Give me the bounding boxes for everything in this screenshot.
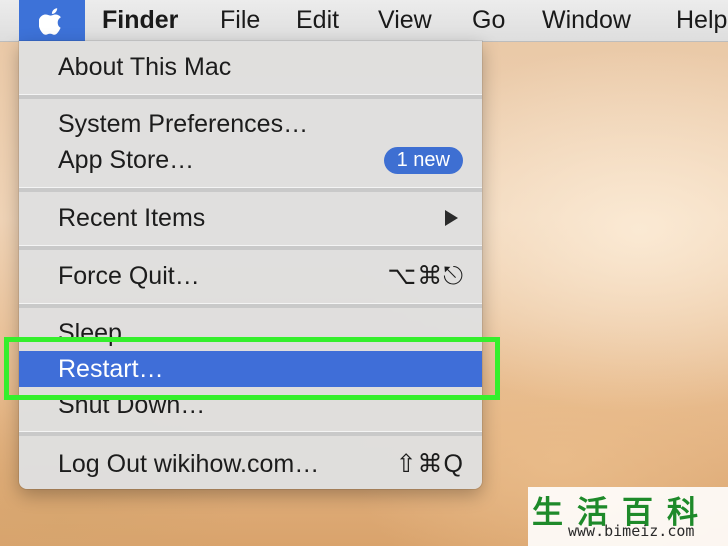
apple-dropdown-menu: About This Mac System Preferences… App S… [19,41,482,489]
menu-item-about[interactable]: About This Mac [19,49,482,85]
menu-separator [19,431,482,436]
menu-item-log-out[interactable]: Log Out wikihow.com… ⇧⌘Q [19,446,482,482]
menu-item-recent-items[interactable]: Recent Items [19,200,482,236]
menu-file[interactable]: File [220,0,260,41]
menu-item-label: About This Mac [58,53,232,81]
menu-help[interactable]: Help [676,0,727,41]
menu-item-app-store[interactable]: App Store… 1 new [19,142,482,178]
menu-item-label: Log Out wikihow.com… [58,450,320,478]
menu-separator [19,94,482,99]
apple-icon [39,7,61,35]
menu-item-label: Recent Items [58,204,206,232]
menu-separator [19,245,482,250]
watermark-url: www.bimeiz.com [568,522,695,540]
menu-finder[interactable]: Finder [102,0,178,41]
menu-item-label: App Store… [58,146,195,174]
menu-item-label: Force Quit… [58,262,200,290]
menu-separator [19,303,482,308]
menu-edit[interactable]: Edit [296,0,339,41]
menu-item-system-preferences[interactable]: System Preferences… [19,106,482,142]
menu-window[interactable]: Window [542,0,631,41]
menu-separator [19,187,482,192]
apple-menu[interactable] [19,0,85,41]
keyboard-shortcut: ⇧⌘Q [395,450,464,478]
keyboard-shortcut: ⌥⌘⎋ [387,262,464,290]
menu-item-force-quit[interactable]: Force Quit… ⌥⌘⎋ [19,258,482,294]
menu-bar: Finder File Edit View Go Window Help [0,0,728,42]
submenu-arrow-icon [445,210,458,226]
restart-highlight-box [4,337,500,400]
menu-item-label: System Preferences… [58,110,309,138]
update-badge: 1 new [383,147,463,174]
menu-go[interactable]: Go [472,0,505,41]
menu-view[interactable]: View [378,0,432,41]
watermark: 生活百科 www.bimeiz.com [528,487,728,546]
